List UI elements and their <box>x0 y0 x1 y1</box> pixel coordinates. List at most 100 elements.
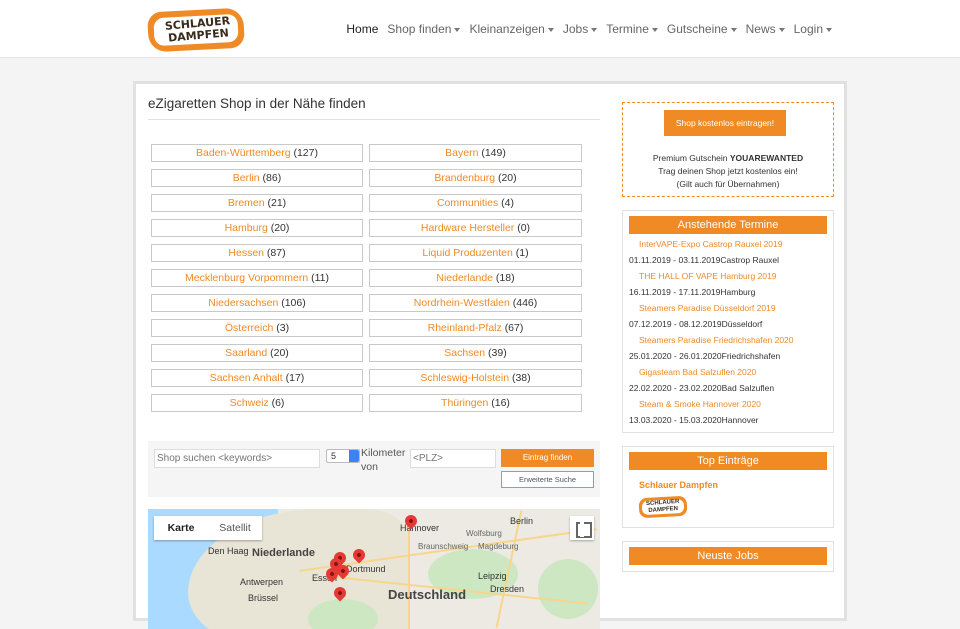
map-label: Magdeburg <box>478 542 519 551</box>
event-link[interactable]: THE HALL OF VAPE Hamburg 2019 <box>629 271 827 282</box>
nav-login[interactable]: Login <box>794 22 832 36</box>
state-item: Bayern (149) <box>369 144 582 162</box>
fullscreen-icon[interactable] <box>570 516 594 540</box>
state-item: Schweiz (6) <box>151 394 363 412</box>
state-link[interactable]: Schweiz <box>230 397 269 409</box>
content-container: eZigaretten Shop in der Nähe finden Bade… <box>133 81 847 629</box>
event-link[interactable]: Gigasteam Bad Salzuflen 2020 <box>629 367 827 378</box>
map-label: Berlin <box>510 516 534 526</box>
top-entry-logo[interactable]: SCHLAUER DAMPFEN <box>638 495 688 519</box>
event-link[interactable]: InterVAPE-Expo Castrop Rauxel 2019 <box>629 239 827 250</box>
state-link[interactable]: Sachsen Anhalt <box>210 372 283 384</box>
nav-gutscheine[interactable]: Gutscheine <box>667 22 737 36</box>
register-shop-button[interactable]: Shop kostenlos eintragen! <box>664 110 786 136</box>
find-entry-button[interactable]: Eintrag finden <box>501 449 594 467</box>
state-link[interactable]: Thüringen <box>441 397 488 409</box>
site-logo[interactable]: SCHLAUER DAMPFEN <box>147 7 245 53</box>
state-item: Hamburg (20) <box>151 219 363 237</box>
sidebar: Shop kostenlos eintragen! Premium Gutsch… <box>622 102 834 572</box>
keywords-input[interactable] <box>154 449 320 468</box>
state-link[interactable]: Niedersachsen <box>208 297 278 309</box>
state-item: Hardware Hersteller (0) <box>369 219 582 237</box>
main-column: eZigaretten Shop in der Nähe finden Bade… <box>148 96 600 412</box>
state-link[interactable]: Österreich <box>225 322 273 334</box>
event-date: 22.02.2020 - 23.02.2020Bad Salzuflen <box>629 383 775 393</box>
promo-text: Premium Gutschein YOUAREWANTED Trag dein… <box>652 153 804 189</box>
nav-home[interactable]: Home <box>346 22 378 36</box>
state-item: Berlin (86) <box>151 169 363 187</box>
state-link[interactable]: Liquid Produzenten <box>422 247 513 259</box>
advanced-search-button[interactable]: Erweiterte Suche <box>501 471 594 488</box>
event-link[interactable]: Steam & Smoke Hannover 2020 <box>629 399 827 410</box>
state-link[interactable]: Schleswig-Holstein <box>420 372 509 384</box>
promo-box: Shop kostenlos eintragen! Premium Gutsch… <box>622 102 834 197</box>
event-date: 16.11.2019 - 17.11.2019Hamburg <box>629 287 756 297</box>
jobs-title: Neuste Jobs <box>629 547 827 565</box>
state-item: Saarland (20) <box>151 344 363 362</box>
main-nav: Home Shop finden Kleinanzeigen Jobs Term… <box>346 22 832 36</box>
nav-jobs[interactable]: Jobs <box>563 22 598 36</box>
state-link[interactable]: Bremen <box>228 197 265 209</box>
state-item: Niedersachsen (106) <box>151 294 363 312</box>
caret-down-icon <box>826 27 832 32</box>
map-type-satellite[interactable]: Satellit <box>208 516 262 540</box>
state-link[interactable]: Brandenburg <box>434 172 495 184</box>
map-forest <box>538 559 598 619</box>
state-link[interactable]: Hardware Hersteller <box>421 222 514 234</box>
state-count: (0) <box>517 222 531 234</box>
map-label: Dortmund <box>346 564 386 574</box>
state-link[interactable]: Bayern <box>445 147 478 159</box>
top-entry-link[interactable]: Schlauer Dampfen <box>639 480 827 490</box>
state-count: (39) <box>488 347 507 359</box>
event-date: 01.11.2019 - 03.11.2019Castrop Rauxel <box>629 255 779 265</box>
event-link[interactable]: Steamers Paradise Düsseldorf 2019 <box>629 303 827 314</box>
events-panel: Anstehende Termine InterVAPE-Expo Castro… <box>622 210 834 433</box>
shop-search-form: 5 Kilometer von Eintrag finden Erweitert… <box>148 441 600 497</box>
state-count: (87) <box>266 247 286 259</box>
page-title: eZigaretten Shop in der Nähe finden <box>148 96 600 120</box>
state-link[interactable]: Berlin <box>233 172 260 184</box>
caret-down-icon <box>591 27 598 32</box>
state-item: Baden-Württemberg (127) <box>151 144 363 162</box>
event-item: Gigasteam Bad Salzuflen 2020 22.02.2020 -… <box>629 367 827 394</box>
nav-kleinanzeigen[interactable]: Kleinanzeigen <box>469 22 554 36</box>
state-link[interactable]: Hamburg <box>225 222 268 234</box>
map-label: Brüssel <box>248 593 279 603</box>
state-count: (446) <box>512 297 538 309</box>
event-item: Steamers Paradise Friedrichshafen 2020 25… <box>629 335 827 362</box>
state-item: Hessen (87) <box>151 244 363 262</box>
state-count: (17) <box>285 372 305 384</box>
state-count: (20) <box>270 347 289 359</box>
state-item: Schleswig-Holstein (38) <box>369 369 582 387</box>
map-label: Wolfsburg <box>466 529 502 538</box>
nav-shop-finden[interactable]: Shop finden <box>387 22 461 36</box>
state-link[interactable]: Rheinland-Pfalz <box>428 322 502 334</box>
event-item: THE HALL OF VAPE Hamburg 2019 16.11.2019 … <box>629 271 827 298</box>
distance-select[interactable]: 5 <box>326 449 360 463</box>
map-label: Den Haag <box>208 546 249 556</box>
caret-down-icon <box>454 27 461 32</box>
state-link[interactable]: Hessen <box>228 247 264 259</box>
state-link[interactable]: Niederlande <box>436 272 493 284</box>
nav-news[interactable]: News <box>746 22 785 36</box>
state-item: Sachsen (39) <box>369 344 582 362</box>
shop-map[interactable]: Hannover Berlin Wolfsburg Braunschweig M… <box>148 509 600 629</box>
state-count: (4) <box>501 197 515 209</box>
state-item: Sachsen Anhalt (17) <box>151 369 363 387</box>
state-link[interactable]: Saarland <box>225 347 267 359</box>
state-link[interactable]: Nordrhein-Westfalen <box>414 297 510 309</box>
state-grid: Baden-Württemberg (127) Bayern (149) Ber… <box>148 144 600 412</box>
state-link[interactable]: Baden-Württemberg <box>196 147 291 159</box>
state-item: Thüringen (16) <box>369 394 582 412</box>
state-count: (149) <box>481 147 506 159</box>
nav-termine[interactable]: Termine <box>606 22 658 36</box>
map-type-map[interactable]: Karte <box>154 516 208 540</box>
event-date: 07.12.2019 - 08.12.2019Düsseldorf <box>629 319 763 329</box>
state-link[interactable]: Sachsen <box>444 347 485 359</box>
plz-input[interactable] <box>410 449 496 468</box>
state-link[interactable]: Communities <box>437 197 498 209</box>
map-label: Dresden <box>490 584 525 594</box>
state-link[interactable]: Mecklenburg Vorpommern <box>185 272 308 284</box>
map-label: Braunschweig <box>418 542 469 551</box>
event-link[interactable]: Steamers Paradise Friedrichshafen 2020 <box>629 335 827 346</box>
